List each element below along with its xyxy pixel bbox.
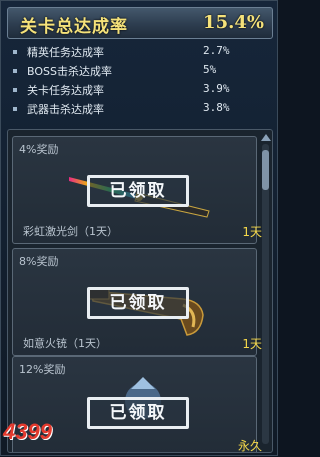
header-bar: 关卡总达成率 15.4%: [7, 7, 273, 39]
stat-label: 武器击杀达成率: [27, 103, 104, 116]
reward-card: 8%奖励 已领取 如意火铳（1天） 1天: [12, 248, 262, 356]
stat-value: 3.9%: [203, 82, 230, 95]
stat-row-stage: 关卡任务达成率 3.9%: [11, 81, 269, 100]
total-rate-title: 关卡总达成率: [20, 17, 128, 37]
reward-threshold: 8%奖励: [19, 255, 59, 268]
stat-row-elite: 精英任务达成率 2.7%: [11, 43, 269, 62]
bullet-icon: [13, 69, 17, 73]
reward-item-name: 如意火铳（1天）: [23, 337, 107, 350]
reward-list: 4%奖励 已领取 彩虹激光剑（1天） 1天 8%奖励 已领取 如意火铳（1天） …: [7, 129, 273, 453]
stat-label: 精英任务达成率: [27, 46, 104, 59]
watermark-text: 4399: [3, 419, 52, 444]
reward-item-name: 彩虹激光剑（1天）: [23, 225, 118, 238]
reward-duration: 永久: [237, 439, 262, 453]
reward-duration: 1天: [242, 337, 262, 351]
total-rate-value: 15.4%: [203, 12, 264, 33]
stat-label: 关卡任务达成率: [27, 84, 104, 97]
bullet-icon: [13, 50, 17, 54]
scroll-up-arrow[interactable]: [261, 134, 271, 141]
claimed-stamp: 已领取: [87, 287, 189, 319]
achievement-panel: 关卡总达成率 15.4% 精英任务达成率 2.7% BOSS击杀达成率 5% 关…: [0, 0, 278, 456]
watermark-logo: 4399: [1, 411, 141, 457]
stat-value: 2.7%: [203, 44, 230, 57]
stat-row-weapon: 武器击杀达成率 3.8%: [11, 100, 269, 119]
stats-list: 精英任务达成率 2.7% BOSS击杀达成率 5% 关卡任务达成率 3.9% 武…: [11, 43, 269, 119]
bullet-icon: [13, 88, 17, 92]
reward-duration: 1天: [242, 225, 262, 239]
stat-label: BOSS击杀达成率: [27, 65, 112, 78]
scrollbar[interactable]: [262, 144, 269, 444]
reward-threshold: 12%奖励: [19, 363, 66, 376]
scrollbar-thumb[interactable]: [262, 150, 269, 190]
stat-value: 5%: [203, 63, 217, 76]
stat-row-boss: BOSS击杀达成率 5%: [11, 62, 269, 81]
stat-value: 3.8%: [203, 101, 230, 114]
reward-card: 4%奖励 已领取 彩虹激光剑（1天） 1天: [12, 136, 262, 244]
bullet-icon: [13, 107, 17, 111]
claimed-stamp: 已领取: [87, 175, 189, 207]
reward-threshold: 4%奖励: [19, 143, 59, 156]
